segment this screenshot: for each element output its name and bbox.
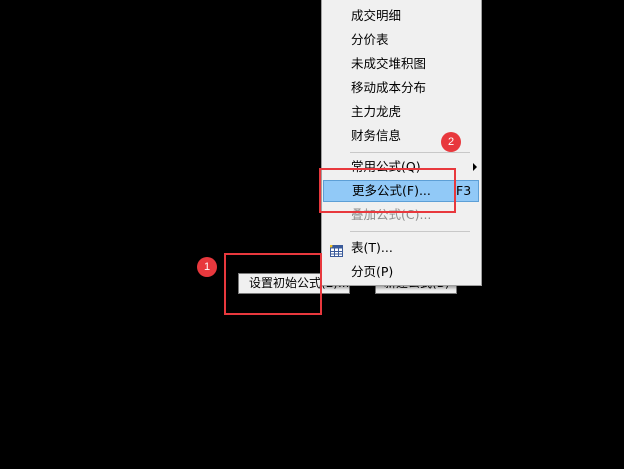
menu-item-label: 分页(P) (351, 264, 394, 279)
annotation-box-2 (319, 168, 456, 213)
annotation-badge-1: 1 (197, 257, 217, 277)
menu-item-unfilled-stack-chart[interactable]: 未成交堆积图 (322, 53, 481, 75)
menu-item-table[interactable]: 表(T)... (322, 237, 481, 259)
annotation-box-1 (224, 253, 322, 315)
menu-separator (350, 152, 470, 153)
menu-item-shortcut: F3 (456, 183, 472, 198)
menu-item-trade-details[interactable]: 成交明细 (322, 5, 481, 27)
submenu-arrow-icon (473, 163, 477, 171)
menu-item-moving-cost-distribution[interactable]: 移动成本分布 (322, 77, 481, 99)
menu-item-price-table[interactable]: 分价表 (322, 29, 481, 51)
menu-item-label: 未成交堆积图 (351, 56, 427, 71)
screen: 设置初始公式(E)... 新建公式(B) 成交明细 分价表 未成交堆积图 移动成… (0, 0, 624, 469)
menu-item-label: 表(T)... (351, 240, 393, 255)
menu-item-paging[interactable]: 分页(P) (322, 261, 481, 283)
menu-item-label: 财务信息 (351, 128, 402, 143)
table-icon (329, 242, 343, 257)
menu-item-label: 主力龙虎 (351, 104, 402, 119)
menu-item-main-force[interactable]: 主力龙虎 (322, 101, 481, 123)
menu-separator (350, 231, 470, 232)
annotation-badge-2: 2 (441, 132, 461, 152)
menu-item-label: 成交明细 (351, 8, 402, 23)
menu-item-label: 分价表 (351, 32, 389, 47)
menu-item-label: 移动成本分布 (351, 80, 427, 95)
